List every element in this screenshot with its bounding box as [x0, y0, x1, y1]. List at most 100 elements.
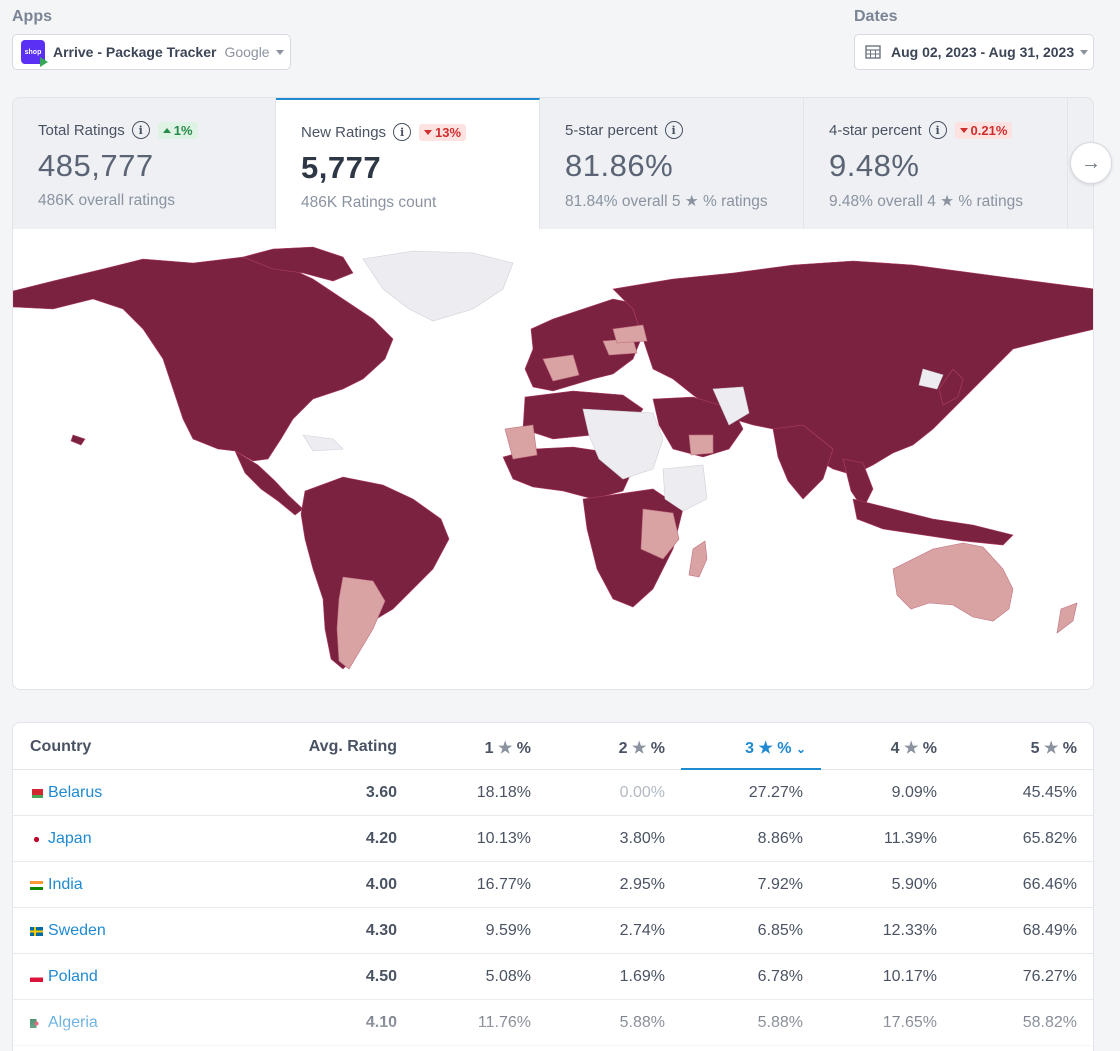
- column-country[interactable]: Country: [30, 738, 91, 756]
- country-name: Algeria: [48, 1014, 98, 1031]
- two-star-cell: 1.69%: [619, 968, 665, 985]
- delta-badge: 0.21%: [954, 121, 1013, 139]
- metric-subtitle: 81.84% overall 5 ★ % ratings: [565, 193, 768, 210]
- table-row: Poland 4.50 5.08% 1.69% 6.78% 10.17% 76.27%: [13, 954, 1093, 1000]
- country-name: India: [48, 876, 83, 893]
- column-2-star[interactable]: 2 ★ %: [565, 738, 665, 758]
- metric-4-star-percent[interactable]: 4-star percent i 0.21% 9.48% 9.48% overa…: [804, 98, 1068, 229]
- avg-rating-cell: 3.60: [365, 784, 397, 801]
- table-header: Country Avg. Rating 1 ★ % 2 ★ % 3 ★ % ⌄ …: [13, 723, 1093, 770]
- two-star-cell: 3.80%: [619, 830, 665, 847]
- avg-rating-cell: 4.20: [365, 830, 397, 847]
- table-row: Sweden 4.30 9.59% 2.74% 6.85% 12.33% 68.49%: [13, 908, 1093, 954]
- metric-value: 9.48%: [829, 148, 920, 183]
- date-range-text: Aug 02, 2023 - Aug 31, 2023: [891, 44, 1075, 60]
- flag-icon: [30, 834, 48, 844]
- metric-new-ratings[interactable]: New Ratings i 13% 5,777 486K Ratings cou…: [276, 98, 540, 229]
- app-name: Arrive - Package Tracker: [53, 44, 217, 60]
- star-icon: ★: [497, 740, 513, 757]
- world-map: [13, 246, 1093, 670]
- date-range-picker[interactable]: Aug 02, 2023 - Aug 31, 2023: [854, 34, 1094, 70]
- five-star-cell: 76.27%: [1022, 968, 1077, 985]
- country-name: Japan: [48, 830, 92, 847]
- world-map-panel: [12, 229, 1094, 690]
- table-row: Algeria 4.10 11.76% 5.88% 5.88% 17.65% 58.82%: [13, 1000, 1093, 1046]
- metric-title: 4-star percent: [829, 121, 922, 139]
- app-logo-icon: shop: [21, 40, 48, 67]
- country-link[interactable]: Sweden: [30, 922, 106, 940]
- country-link[interactable]: Algeria: [30, 1014, 98, 1032]
- apps-label: Apps: [12, 8, 52, 25]
- metric-value: 81.86%: [565, 148, 674, 183]
- metric-subtitle: 486K Ratings count: [301, 194, 437, 211]
- one-star-cell: 18.18%: [476, 784, 531, 801]
- avg-rating-cell: 4.10: [365, 1014, 397, 1031]
- two-star-cell: 0.00%: [619, 784, 665, 801]
- app-selector[interactable]: shop Arrive - Package Tracker Google: [12, 34, 291, 70]
- metric-subtitle: 9.48% overall 4 ★ % ratings: [829, 193, 1023, 210]
- one-star-cell: 9.59%: [485, 922, 531, 939]
- column-4-star[interactable]: 4 ★ %: [837, 738, 937, 758]
- four-star-cell: 11.39%: [883, 830, 937, 847]
- info-icon[interactable]: i: [131, 121, 150, 139]
- metric-total-ratings[interactable]: Total Ratings i 1% 485,777 486K overall …: [13, 98, 276, 229]
- column-3-star[interactable]: 3 ★ % ⌄: [703, 738, 806, 758]
- star-icon: ★: [684, 193, 699, 210]
- five-star-cell: 65.82%: [1022, 830, 1077, 847]
- avg-rating-cell: 4.30: [365, 922, 397, 939]
- info-icon[interactable]: i: [664, 121, 683, 139]
- next-metrics-button[interactable]: →: [1070, 142, 1112, 184]
- flag-icon: [30, 788, 48, 798]
- country-name: Poland: [48, 968, 98, 985]
- calendar-icon: [865, 45, 881, 59]
- chevron-down-icon: [1080, 49, 1089, 55]
- one-star-cell: 10.13%: [476, 830, 531, 847]
- table-row: India 4.00 16.77% 2.95% 7.92% 5.90% 66.46%: [13, 862, 1093, 908]
- map-high-countries: [13, 246, 1093, 670]
- country-link[interactable]: Japan: [30, 830, 92, 848]
- country-link[interactable]: Poland: [30, 968, 98, 986]
- metrics-strip: Total Ratings i 1% 485,777 486K overall …: [12, 97, 1094, 229]
- table-row: Belarus 3.60 18.18% 0.00% 27.27% 9.09% 45.45%: [13, 770, 1093, 816]
- flag-icon: [30, 880, 48, 890]
- metric-title: New Ratings: [301, 123, 387, 141]
- four-star-cell: 12.33%: [882, 922, 937, 939]
- dates-label: Dates: [854, 8, 898, 25]
- delta-badge: 1%: [157, 121, 198, 139]
- metric-title: Total Ratings: [38, 121, 125, 139]
- star-icon: ★: [758, 740, 773, 757]
- four-star-cell: 5.90%: [891, 876, 937, 893]
- flag-icon: [30, 926, 48, 936]
- column-1-star[interactable]: 1 ★ %: [431, 738, 531, 758]
- avg-rating-cell: 4.00: [365, 876, 397, 893]
- three-star-cell: 6.85%: [757, 922, 803, 939]
- star-icon: ★: [631, 740, 647, 757]
- star-icon: ★: [1043, 740, 1059, 757]
- metric-value: 485,777: [38, 148, 154, 183]
- five-star-cell: 66.46%: [1022, 876, 1077, 893]
- one-star-cell: 11.76%: [477, 1014, 531, 1031]
- flag-icon: [30, 1018, 48, 1028]
- three-star-cell: 5.88%: [757, 1014, 803, 1031]
- one-star-cell: 16.77%: [476, 876, 531, 893]
- four-star-cell: 10.17%: [882, 968, 937, 985]
- chevron-down-icon: [275, 49, 284, 55]
- arrow-down-icon: [424, 129, 433, 135]
- three-star-cell: 8.86%: [757, 830, 803, 847]
- five-star-cell: 58.82%: [1022, 1014, 1077, 1031]
- table-row: Japan 4.20 10.13% 3.80% 8.86% 11.39% 65.82%: [13, 816, 1093, 862]
- app-store: Google: [224, 44, 270, 60]
- country-ratings-table: Country Avg. Rating 1 ★ % 2 ★ % 3 ★ % ⌄ …: [12, 722, 1094, 1051]
- info-icon[interactable]: i: [393, 123, 412, 141]
- four-star-cell: 17.65%: [882, 1014, 937, 1031]
- country-link[interactable]: India: [30, 876, 83, 894]
- two-star-cell: 2.74%: [619, 922, 665, 939]
- column-avg-rating[interactable]: Avg. Rating: [277, 738, 397, 756]
- metric-5-star-percent[interactable]: 5-star percent i 81.86% 81.84% overall 5…: [540, 98, 804, 229]
- metric-title: 5-star percent: [565, 121, 658, 139]
- info-icon[interactable]: i: [928, 121, 947, 139]
- two-star-cell: 5.88%: [619, 1014, 665, 1031]
- country-name: Sweden: [48, 922, 106, 939]
- column-5-star[interactable]: 5 ★ %: [977, 738, 1077, 758]
- country-link[interactable]: Belarus: [30, 784, 102, 802]
